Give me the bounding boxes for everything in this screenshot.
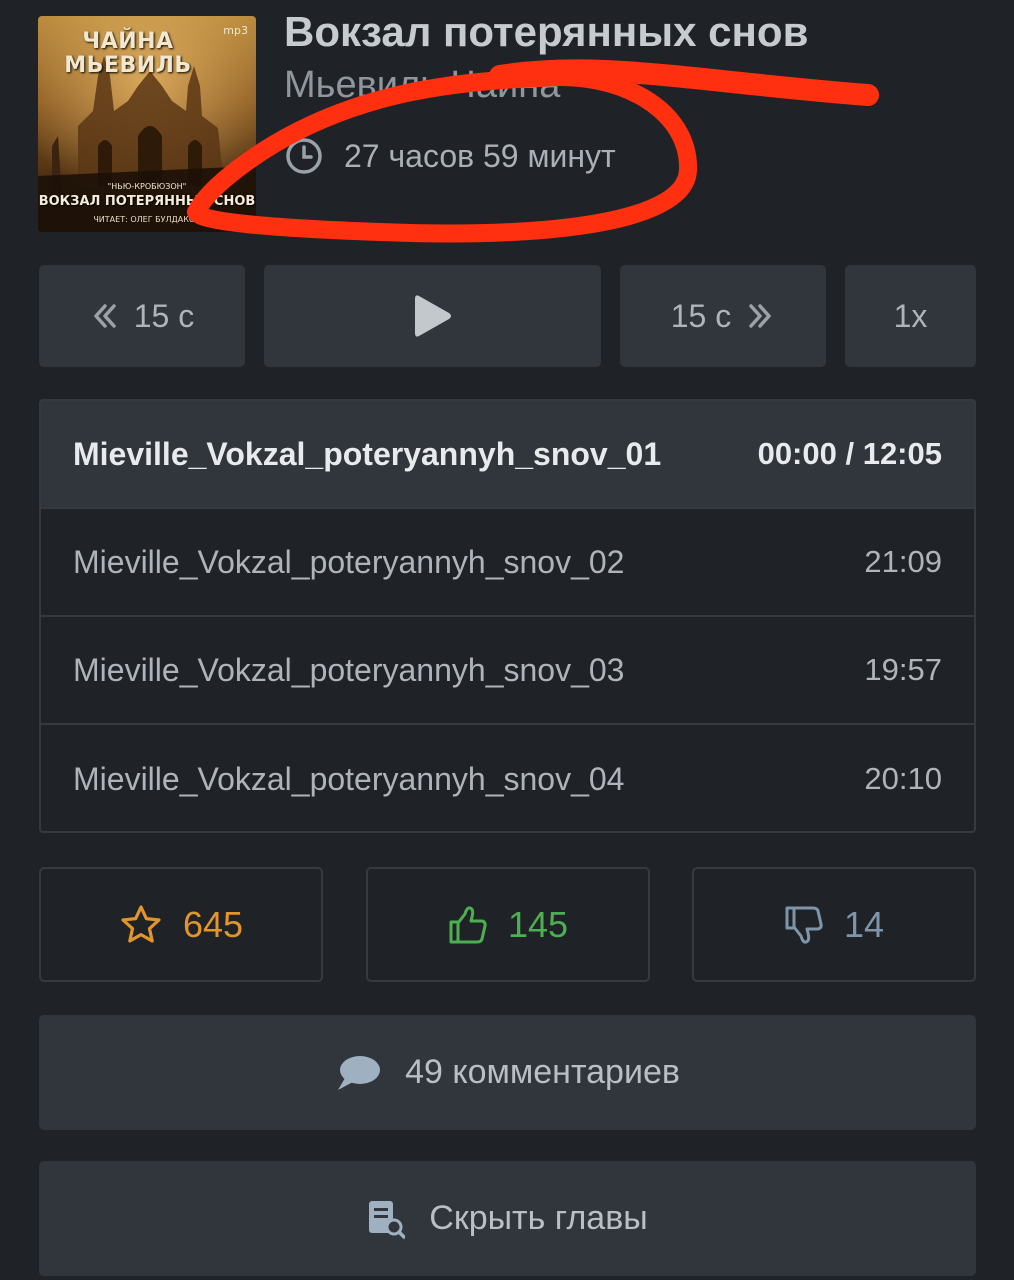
chapter-time: 20:10 bbox=[864, 761, 942, 796]
forward-label: 15 с bbox=[670, 297, 732, 334]
document-search-icon bbox=[369, 1200, 406, 1239]
favorites-count: 645 bbox=[182, 903, 244, 945]
double-chevron-left-icon bbox=[94, 304, 116, 328]
star-icon bbox=[121, 904, 161, 943]
chapter-name: Mieville_Vokzal_poteryannyh_snov_01 bbox=[73, 435, 662, 472]
book-title: Вокзал потерянных снов bbox=[284, 8, 809, 55]
chapter-item-04[interactable]: Mieville_Vokzal_poteryannyh_snov_04 20:1… bbox=[41, 725, 974, 831]
cover-author-text: ЧАЙНА МЬЕВИЛЬ bbox=[64, 29, 192, 78]
cover-title-text: ВОКЗАЛ ПОТЕРЯННЫХ СНОВ bbox=[38, 194, 256, 209]
comments-label: 49 комментариев bbox=[405, 1053, 680, 1091]
thumbs-up-icon bbox=[449, 905, 487, 943]
clock-icon bbox=[286, 138, 322, 174]
cover-format-label: mp3 bbox=[223, 24, 248, 37]
cover-reader-text: ЧИТАЕТ: ОЛЕГ БУЛДАКОВ bbox=[93, 215, 201, 224]
chapter-item-03[interactable]: Mieville_Vokzal_poteryannyh_snov_03 19:5… bbox=[41, 617, 974, 725]
double-chevron-right-icon bbox=[749, 304, 771, 328]
speed-label: 1x bbox=[893, 297, 928, 334]
chapter-list: Mieville_Vokzal_poteryannyh_snov_01 00:0… bbox=[39, 399, 976, 833]
duration-text: 27 часов 59 минут bbox=[344, 137, 616, 174]
book-duration: 27 часов 59 минут bbox=[284, 136, 616, 176]
play-icon bbox=[414, 295, 451, 337]
chapter-name: Mieville_Vokzal_poteryannyh_snov_04 bbox=[73, 760, 625, 797]
like-button[interactable]: 145 bbox=[366, 867, 650, 982]
chapter-time: 21:09 bbox=[864, 544, 942, 579]
chapter-item-02[interactable]: Mieville_Vokzal_poteryannyh_snov_02 21:0… bbox=[41, 509, 974, 617]
cover-series-text: "НЬЮ-КРОБЮЗОН" bbox=[107, 182, 187, 191]
favorites-button[interactable]: 645 bbox=[39, 867, 323, 982]
chapter-name: Mieville_Vokzal_poteryannyh_snov_03 bbox=[73, 651, 625, 688]
forward-15-button[interactable]: 15 с bbox=[620, 265, 826, 367]
chapter-time: 19:57 bbox=[864, 652, 942, 687]
hide-chapters-label: Скрыть главы bbox=[429, 1199, 648, 1237]
chapter-item-01[interactable]: Mieville_Vokzal_poteryannyh_snov_01 00:0… bbox=[41, 401, 974, 509]
like-count: 145 bbox=[507, 903, 569, 945]
chapter-time: 00:00 / 12:05 bbox=[757, 436, 942, 471]
thumbs-down-icon bbox=[785, 906, 823, 944]
book-cover[interactable]: ЧАЙНА МЬЕВИЛЬ mp3 "НЬЮ-КРОБЮЗОН" ВОКЗАЛ … bbox=[38, 16, 256, 232]
chapter-name: Mieville_Vokzal_poteryannyh_snov_02 bbox=[73, 543, 625, 580]
book-author[interactable]: Мьевиль Чайна bbox=[284, 64, 560, 107]
hide-chapters-button[interactable]: Скрыть главы bbox=[39, 1161, 976, 1276]
comments-button[interactable]: 49 комментариев bbox=[39, 1015, 976, 1130]
dislike-button[interactable]: 14 bbox=[692, 867, 976, 982]
dislike-count: 14 bbox=[843, 903, 885, 945]
play-button[interactable] bbox=[264, 265, 601, 367]
speed-button[interactable]: 1x bbox=[845, 265, 976, 367]
speech-bubble-icon bbox=[338, 1055, 381, 1090]
rewind-15-button[interactable]: 15 с bbox=[39, 265, 245, 367]
rewind-label: 15 с bbox=[133, 297, 195, 334]
